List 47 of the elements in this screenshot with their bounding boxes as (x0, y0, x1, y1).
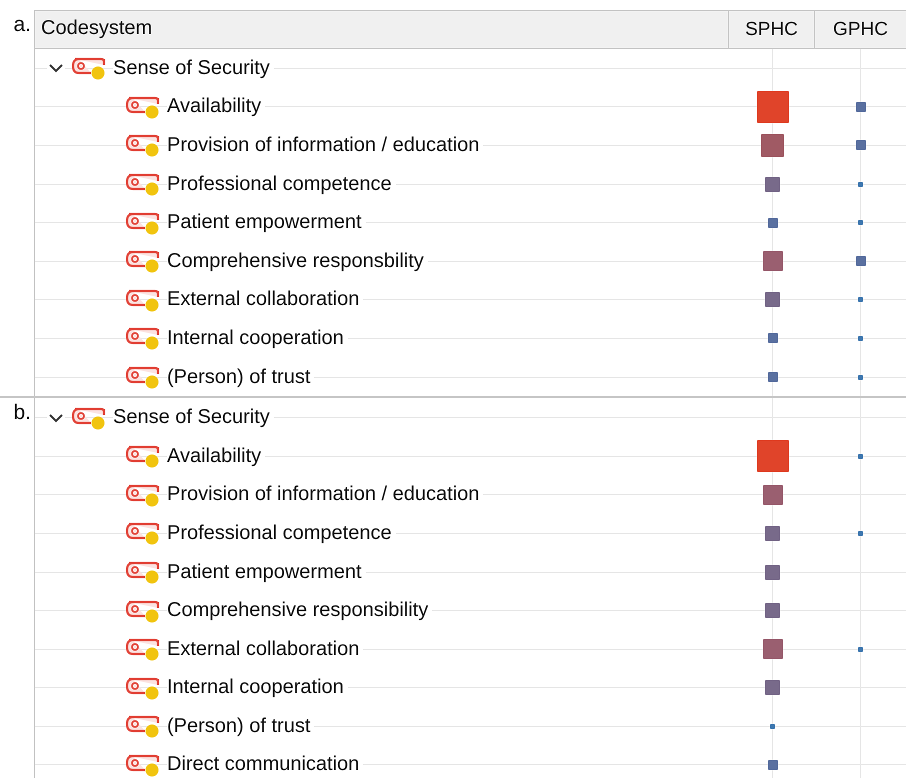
matrix-square (765, 526, 780, 541)
matrix-square (858, 336, 863, 341)
code-label[interactable]: Sense of Security (113, 406, 274, 430)
column-header[interactable]: Codesystem (35, 11, 728, 48)
code-label[interactable]: Availability (167, 95, 266, 118)
matrix-square (858, 530, 863, 536)
matrix-square (770, 724, 775, 729)
code-label[interactable]: Availability (167, 444, 266, 468)
matrix-square (756, 90, 788, 123)
matrix-square (756, 440, 788, 472)
matrix-square (856, 140, 866, 150)
code-label[interactable]: Comprehensive responsbility (167, 250, 428, 273)
matrix-square (856, 256, 866, 266)
matrix-square (765, 176, 780, 192)
matrix-square (858, 220, 863, 226)
matrix-square (768, 333, 778, 344)
code-label[interactable]: Patient empowerment (167, 211, 366, 234)
code-label[interactable]: Internal cooperation (167, 326, 348, 350)
matrix-square (762, 251, 782, 272)
code-label[interactable]: Comprehensive responsibility (167, 599, 432, 622)
column-header[interactable]: GPHC (814, 11, 906, 48)
matrix-square (768, 372, 778, 382)
code-label[interactable]: Professional competence (167, 172, 396, 196)
panel-label: b. (13, 400, 32, 426)
matrix-square (762, 639, 782, 660)
matrix-square (765, 603, 780, 618)
code-label[interactable]: Sense of Security (113, 56, 274, 80)
matrix-square (858, 182, 863, 187)
matrix-square (856, 102, 866, 112)
code-label[interactable]: (Person) of trust (167, 714, 314, 738)
matrix-square (765, 292, 780, 308)
matrix-square (765, 680, 780, 696)
code-label[interactable]: Internal cooperation (167, 676, 348, 700)
code-label[interactable]: (Person) of trust (167, 366, 314, 389)
code-label[interactable]: Patient empowerment (167, 560, 366, 584)
matrix-square (858, 297, 863, 302)
matrix-square (765, 564, 780, 580)
column-header[interactable]: SPHC (728, 11, 814, 48)
matrix-square (858, 374, 863, 380)
code-label[interactable]: Professional competence (167, 522, 396, 545)
matrix-square (768, 218, 778, 228)
matrix-square (762, 484, 782, 505)
matrix-square (768, 760, 778, 770)
matrix-square (858, 454, 863, 459)
matrix-square (761, 134, 784, 157)
matrix-square (858, 646, 863, 652)
panel-label: a. (13, 12, 32, 38)
